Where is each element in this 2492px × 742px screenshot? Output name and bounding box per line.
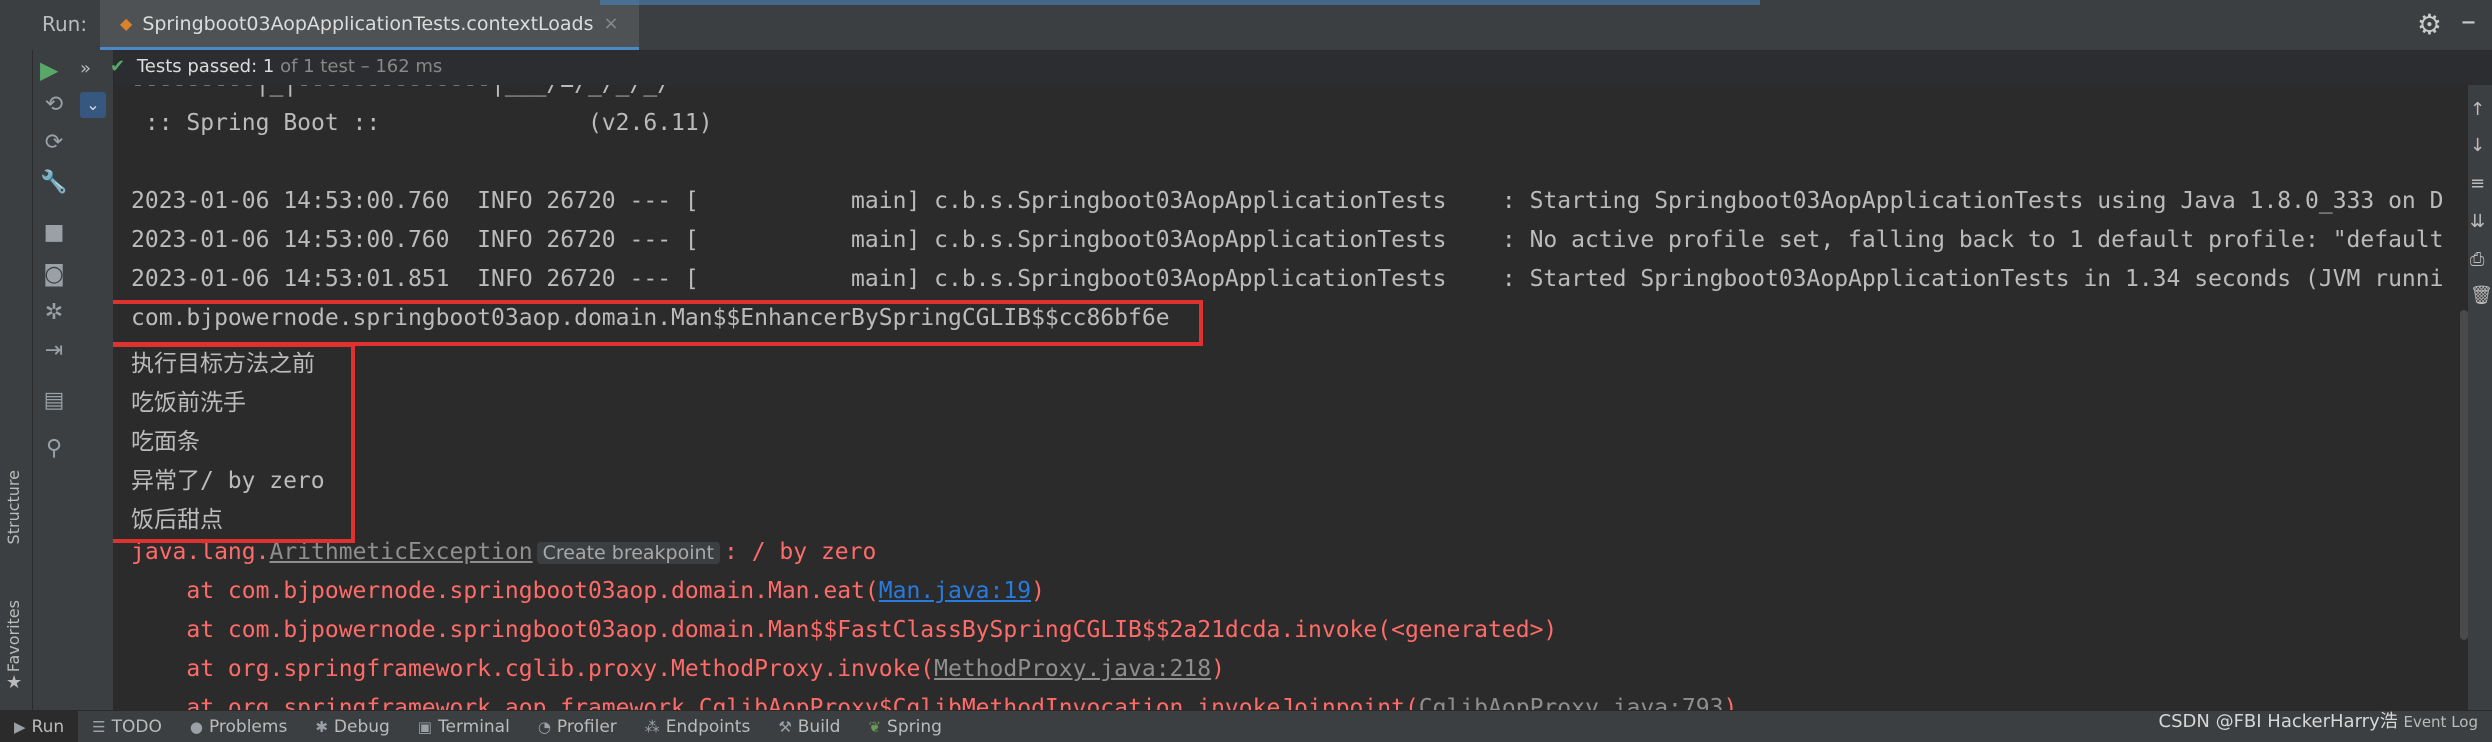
- stack-frame: at com.bjpowernode.springboot03aop.domai…: [131, 578, 1045, 604]
- profiler-icon: ◔: [537, 717, 551, 736]
- up-arrow-icon[interactable]: ↑: [2470, 99, 2485, 120]
- csdn-watermark: CSDN @FBI HackerHarry浩 Event Log: [2159, 707, 2478, 733]
- play-icon: ▶: [14, 717, 26, 736]
- bottom-tab-label: Problems: [208, 716, 288, 737]
- run-tool-header: Run: ◆ Springboot03AopApplicationTests.c…: [0, 0, 2492, 51]
- stop-icon[interactable]: ■: [38, 220, 70, 245]
- source-link[interactable]: Man.java:19: [879, 578, 1031, 604]
- aop-output-highlight: [113, 343, 355, 543]
- expand-toolbar-icon[interactable]: »: [80, 58, 91, 79]
- bottom-tab-label: Spring: [887, 716, 942, 737]
- proxy-class-highlight: [113, 300, 1203, 346]
- bottom-tab-terminal[interactable]: ▣ Terminal: [404, 711, 524, 742]
- stack-frame: at org.springframework.aop.framework.Cgl…: [131, 695, 1737, 710]
- bottom-tab-label: Build: [797, 716, 841, 737]
- bottom-tab-todo[interactable]: ☰ TODO: [78, 711, 176, 742]
- stack-frame-end: ): [1031, 578, 1045, 604]
- rerun-icon[interactable]: ▶: [40, 56, 58, 84]
- settings-icon[interactable]: ✲: [38, 300, 70, 325]
- gear-icon[interactable]: ⚙: [2417, 8, 2442, 41]
- console-right-toolbar: ↑ ↓ ≡ ⇊ ⎙ 🗑: [2468, 85, 2492, 710]
- stack-frame-text: at org.springframework.aop.framework.Cgl…: [131, 695, 1419, 710]
- rerun-failed-icon[interactable]: ⟲: [38, 92, 70, 117]
- console-line: 2023-01-06 14:53:01.851 INFO 26720 --- […: [131, 266, 2444, 292]
- trash-icon[interactable]: 🗑: [2470, 285, 2492, 306]
- tests-detail-text: of 1 test – 162 ms: [280, 56, 443, 77]
- print-icon[interactable]: ⎙: [2470, 249, 2484, 270]
- camera-icon[interactable]: ◙: [38, 262, 70, 287]
- check-icon: ✔: [110, 56, 126, 77]
- bottom-tab-problems[interactable]: ● Problems: [176, 711, 301, 742]
- bug-icon: ✱: [315, 717, 328, 736]
- bottom-tab-run[interactable]: ▶ Run: [0, 711, 79, 742]
- stack-frame-text: at org.springframework.cglib.proxy.Metho…: [131, 656, 935, 682]
- bottom-tab-spring[interactable]: ❦ Spring: [854, 711, 955, 742]
- star-icon: ★: [6, 672, 23, 693]
- info-icon: ●: [189, 717, 203, 736]
- bottom-tool-bar: ▶ Run ☰ TODO ● Problems ✱ Debug ▣ Terminal ◔ P…: [0, 710, 2492, 742]
- tests-passed-text: Tests passed: 1: [136, 56, 275, 77]
- pin-icon[interactable]: ⚲: [38, 436, 70, 461]
- bottom-tab-profiler[interactable]: ◔ Profiler: [524, 711, 631, 742]
- bottom-tab-label: TODO: [111, 716, 162, 737]
- test-status: ✔ Tests passed: 1 of 1 test – 162 ms: [110, 56, 442, 77]
- hammer-icon: ⚒: [778, 717, 792, 736]
- scroll-down-icon[interactable]: ⌄: [80, 92, 106, 118]
- bottom-tab-label: Debug: [333, 716, 390, 737]
- console-line: ---------|_|--------------|___/=/_/_/_/: [131, 85, 671, 97]
- source-link[interactable]: MethodProxy.java:218: [934, 656, 1211, 682]
- stack-frame-end: ): [1723, 695, 1738, 710]
- watermark-text: CSDN @FBI HackerHarry浩: [2158, 711, 2398, 732]
- favorites-tool-button[interactable]: Favorites: [4, 600, 23, 672]
- list-icon: ☰: [92, 717, 106, 736]
- bottom-tab-build[interactable]: ⚒ Build: [764, 711, 854, 742]
- stack-frame-text: at com.bjpowernode.springboot03aop.domai…: [131, 617, 1558, 643]
- leaf-icon: ❦: [868, 717, 882, 736]
- terminal-icon: ▣: [417, 717, 432, 736]
- bottom-tab-debug[interactable]: ✱ Debug: [301, 711, 403, 742]
- stack-frame-end: ): [1211, 656, 1225, 682]
- run-config-tab[interactable]: ◆ Springboot03AopApplicationTests.contex…: [100, 0, 639, 50]
- test-config-icon: ◆: [120, 14, 133, 33]
- run-config-tab-label: Springboot03AopApplicationTests.contextL…: [142, 12, 594, 35]
- down-arrow-icon[interactable]: ↓: [2470, 135, 2485, 156]
- bottom-tab-label: Terminal: [437, 716, 510, 737]
- event-log-button[interactable]: Event Log: [2403, 713, 2478, 731]
- layout-icon[interactable]: ▤: [38, 388, 70, 413]
- create-breakpoint-button[interactable]: Create breakpoint: [536, 542, 721, 564]
- editor-tab-accent: [600, 0, 1760, 5]
- exception-message: : / by zero: [724, 539, 877, 565]
- console-output[interactable]: ---------|_|--------------|___/=/_/_/_/ …: [113, 85, 2468, 710]
- toggle-auto-test-icon[interactable]: ⟳: [38, 130, 70, 155]
- bottom-tab-endpoints[interactable]: ⁂ Endpoints: [631, 711, 765, 742]
- bottom-tab-label: Profiler: [556, 716, 617, 737]
- scroll-to-end-icon[interactable]: ⇊: [2470, 211, 2485, 232]
- endpoints-icon: ⁂: [644, 717, 660, 736]
- console-line: 2023-01-06 14:53:00.760 INFO 26720 --- […: [131, 188, 2444, 214]
- close-tab-icon[interactable]: ×: [604, 13, 619, 34]
- bottom-tab-label: Endpoints: [665, 716, 751, 737]
- wrench-icon[interactable]: 🔧: [38, 170, 70, 195]
- console-line: :: Spring Boot :: (v2.6.11): [131, 110, 713, 136]
- source-link[interactable]: CglibAopProxy.java:793: [1419, 695, 1724, 710]
- console-line: 2023-01-06 14:53:00.760 INFO 26720 --- […: [131, 227, 2444, 253]
- soft-wrap-icon[interactable]: ≡: [2470, 173, 2485, 194]
- stack-frame: at com.bjpowernode.springboot03aop.domai…: [131, 617, 1557, 643]
- hide-panel-icon[interactable]: –: [2461, 4, 2476, 39]
- bottom-tab-label: Run: [31, 716, 65, 737]
- stack-frame-text: at com.bjpowernode.springboot03aop.domai…: [131, 578, 879, 604]
- stack-frame: at org.springframework.cglib.proxy.Metho…: [131, 656, 1225, 682]
- vertical-scrollbar[interactable]: [2460, 310, 2468, 640]
- run-panel-label: Run:: [42, 12, 88, 36]
- structure-tool-button[interactable]: Structure: [4, 470, 23, 544]
- exit-icon[interactable]: ⇥: [38, 338, 70, 363]
